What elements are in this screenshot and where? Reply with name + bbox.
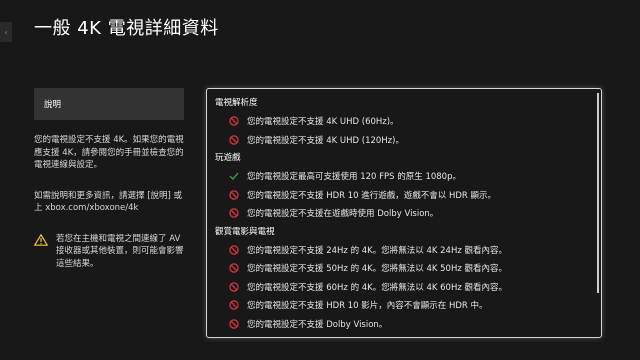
prohibited-icon [229,319,239,329]
prohibited-icon [229,282,239,292]
capability-item: 您的電視設定不支援 4K UHD (120Hz)。 [215,131,591,150]
panel-scrollbar[interactable] [597,93,599,293]
capability-text: 您的電視設定最高可支援使用 120 FPS 的原生 1080p。 [247,172,461,183]
capability-text: 您的電視設定不支援 HDR 10 影片，內容不會顯示在 HDR 中。 [247,301,488,312]
capability-item: 您的電視設定不支援 60Hz 的 4K。您將無法以 4K 60Hz 觀看內容。 [215,278,591,297]
capability-text: 您的電視設定不支援 HDR 10 進行遊戲，遊戲不會以 HDR 顯示。 [247,190,497,201]
checkmark-icon [229,172,239,181]
chevron-icon: ‹ [4,27,8,37]
warning-text: 若您在主機和電視之間連線了 AV 接收器或其他裝置，則可能會影響這些結果。 [56,233,184,269]
not-supported-paragraph: 您的電視設定不支援 4K。如果您的電視應支援 4K，請參閱您的手冊並檢查您的電視… [34,135,184,170]
prohibited-icon [229,208,239,218]
prohibited-icon [229,190,239,200]
capability-item: 您的電視設定不支援 HDR 10 影片，內容不會顯示在 HDR 中。 [215,296,591,315]
group-heading: 觀賞電影與電視 [215,226,275,237]
group-heading: 玩遊戲 [215,153,241,163]
prohibited-icon [229,245,239,255]
capability-item: 您的電視設定最高可支援使用 120 FPS 的原生 1080p。 [215,167,591,186]
prohibited-icon [229,135,239,145]
back-tab[interactable]: ‹ [0,22,12,42]
page-title: 一般 4K 電視詳細資料 [34,18,219,39]
capability-text: 您的電視設定不支援在遊戲時使用 Dolby Vision。 [247,209,439,220]
capability-group: 觀賞電影與電視您的電視設定不支援 24Hz 的 4K。您將無法以 4K 24Hz… [215,226,591,334]
more-info-paragraph: 如需說明和更多資訊，請選擇 [說明] 或上 xbox.com/xboxone/4… [34,190,183,214]
capability-item: 您的電視設定不支援 Dolby Vision。 [215,315,591,334]
capability-groups: 電視解析度您的電視設定不支援 4K UHD (60Hz)。 您的電視設定不支援 4… [215,97,591,333]
capability-text: 您的電視設定不支援 Dolby Vision。 [247,319,388,330]
group-heading: 電視解析度 [215,98,258,108]
prohibited-icon [229,116,239,126]
capability-text: 您的電視設定不支援 50Hz 的 4K。您將無法以 4K 50Hz 觀看內容。 [247,264,508,275]
help-button[interactable]: 說明 [34,88,184,120]
help-sidebar: 說明 您的電視設定不支援 4K。如果您的電視應支援 4K，請參閱您的手冊並檢查您… [34,88,184,270]
capability-item: 您的電視設定不支援在遊戲時使用 Dolby Vision。 [215,204,591,223]
tv-details-panel[interactable]: 電視解析度您的電視設定不支援 4K UHD (60Hz)。 您的電視設定不支援 4… [206,88,602,338]
capability-item: 您的電視設定不支援 4K UHD (60Hz)。 [215,112,591,131]
capability-group: 電視解析度您的電視設定不支援 4K UHD (60Hz)。 您的電視設定不支援 4… [215,97,591,149]
capability-text: 您的電視設定不支援 24Hz 的 4K。您將無法以 4K 24Hz 觀看內容。 [247,245,508,256]
capability-item: 您的電視設定不支援 24Hz 的 4K。您將無法以 4K 24Hz 觀看內容。 [215,241,591,260]
capability-text: 您的電視設定不支援 60Hz 的 4K。您將無法以 4K 60Hz 觀看內容。 [247,282,508,293]
capability-group: 玩遊戲 您的電視設定最高可支援使用 120 FPS 的原生 1080p。 您的電視設… [215,152,591,223]
capability-item: 您的電視設定不支援 50Hz 的 4K。您將無法以 4K 50Hz 觀看內容。 [215,259,591,278]
prohibited-icon [229,263,239,273]
prohibited-icon [229,300,239,310]
capability-text: 您的電視設定不支援 4K UHD (120Hz)。 [247,135,404,146]
warning-icon [34,233,48,246]
capability-item: 您的電視設定不支援 HDR 10 進行遊戲，遊戲不會以 HDR 顯示。 [215,186,591,205]
av-receiver-warning: 若您在主機和電視之間連線了 AV 接收器或其他裝置，則可能會影響這些結果。 [34,233,184,271]
capability-text: 您的電視設定不支援 4K UHD (60Hz)。 [247,117,399,128]
